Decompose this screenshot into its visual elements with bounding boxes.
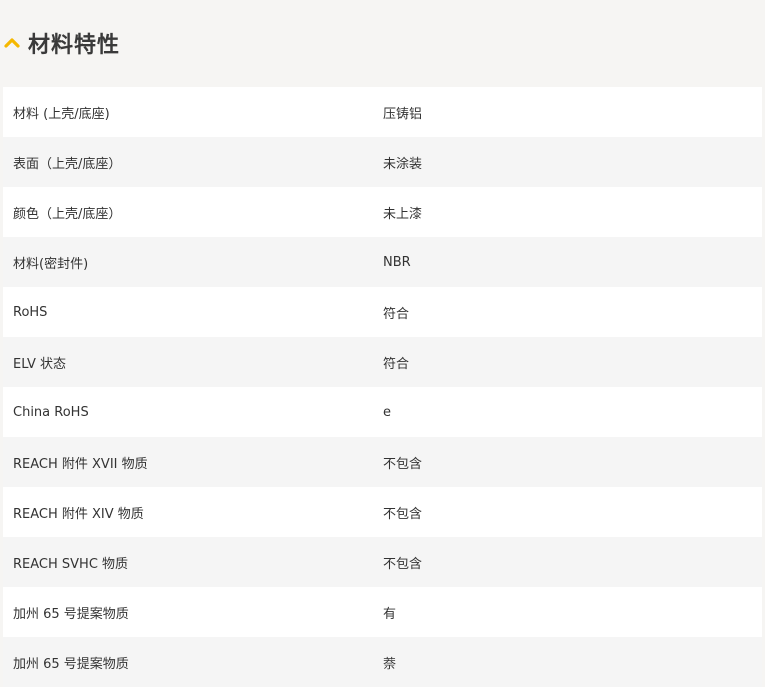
- property-label: ELV 状态: [13, 356, 67, 372]
- property-value: 压铸铝: [383, 106, 423, 122]
- table-row: 材料 (上壳/底座) 压铸铝: [3, 87, 762, 137]
- table-row: ELV 状态 符合: [3, 337, 762, 387]
- property-label: 加州 65 号提案物质: [13, 606, 129, 622]
- property-label: 材料 (上壳/底座): [13, 106, 110, 122]
- property-value: NBR: [383, 254, 411, 270]
- properties-table: 材料 (上壳/底座) 压铸铝 表面（上壳/底座） 未涂装 颜色（上壳/底座） 未…: [3, 87, 762, 687]
- property-value: 不包含: [383, 456, 423, 472]
- chevron-up-icon: [4, 38, 20, 48]
- property-value: e: [383, 404, 391, 420]
- property-value: 符合: [383, 306, 410, 322]
- property-label: 表面（上壳/底座）: [13, 156, 122, 172]
- property-value: 未涂装: [383, 156, 423, 172]
- property-label: RoHS: [13, 304, 48, 320]
- property-label: China RoHS: [13, 404, 89, 420]
- property-label: 加州 65 号提案物质: [13, 656, 129, 672]
- property-label: REACH 附件 XIV 物质: [13, 506, 144, 522]
- table-row: REACH 附件 XIV 物质 不包含: [3, 487, 762, 537]
- property-label: REACH 附件 XVII 物质: [13, 456, 148, 472]
- property-value: 不包含: [383, 506, 423, 522]
- property-label: 颜色（上壳/底座）: [13, 206, 122, 222]
- property-value: 萘: [383, 656, 397, 672]
- property-value: 符合: [383, 356, 410, 372]
- table-row: 材料(密封件) NBR: [3, 237, 762, 287]
- property-value: 不包含: [383, 556, 423, 572]
- property-value: 未上漆: [383, 206, 423, 222]
- table-row: REACH SVHC 物质 不包含: [3, 537, 762, 587]
- property-value: 有: [383, 606, 397, 622]
- table-row: China RoHS e: [3, 387, 762, 437]
- table-row: 颜色（上壳/底座） 未上漆: [3, 187, 762, 237]
- property-label: 材料(密封件): [13, 256, 89, 272]
- section-header-material-properties[interactable]: 材料特性: [0, 0, 765, 86]
- table-row: 表面（上壳/底座） 未涂装: [3, 137, 762, 187]
- property-label: REACH SVHC 物质: [13, 556, 129, 572]
- table-row: 加州 65 号提案物质 萘: [3, 637, 762, 687]
- section-title: 材料特性: [28, 33, 121, 58]
- table-row: RoHS 符合: [3, 287, 762, 337]
- table-row: REACH 附件 XVII 物质 不包含: [3, 437, 762, 487]
- table-row: 加州 65 号提案物质 有: [3, 587, 762, 637]
